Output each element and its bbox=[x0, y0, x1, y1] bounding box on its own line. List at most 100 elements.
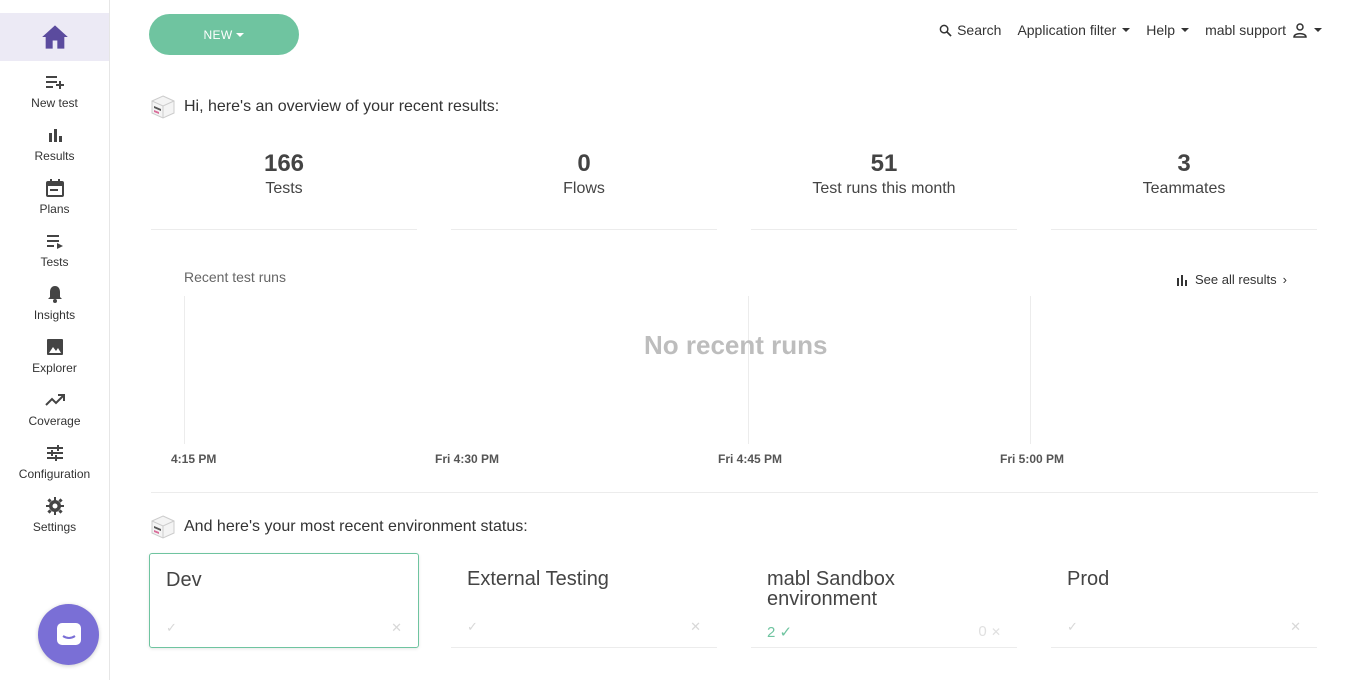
chart-gridline bbox=[1030, 296, 1031, 444]
image-icon bbox=[45, 337, 65, 357]
x-tick-label: Fri 4:45 PM bbox=[718, 452, 783, 466]
sidebar-item-new-test[interactable]: New test bbox=[0, 72, 109, 122]
passed-value: 2 bbox=[767, 624, 776, 641]
stat-teammates[interactable]: 3 Teammates bbox=[1051, 150, 1317, 230]
sidebar-item-label: Tests bbox=[40, 255, 69, 269]
caret-down-icon bbox=[1122, 28, 1131, 32]
stat-label: Test runs this month bbox=[812, 180, 956, 197]
caret-down-icon bbox=[1314, 28, 1322, 32]
close-icon: ✕ bbox=[990, 625, 1001, 639]
stat-value: 3 bbox=[1177, 150, 1191, 177]
mabl-cube-icon bbox=[151, 515, 175, 539]
search-icon bbox=[939, 24, 952, 37]
env-name: Dev bbox=[166, 569, 202, 591]
stat-label: Flows bbox=[563, 180, 605, 197]
application-filter-label: Application filter bbox=[1017, 22, 1117, 38]
sidebar-item-label: Plans bbox=[39, 202, 70, 216]
home-icon bbox=[41, 25, 68, 49]
stat-test-runs[interactable]: 51 Test runs this month bbox=[751, 150, 1017, 230]
env-name: mabl Sandbox environment bbox=[767, 568, 895, 610]
close-icon: ✕ bbox=[690, 619, 701, 634]
see-all-results-link[interactable]: See all results › bbox=[1176, 272, 1287, 287]
chat-icon bbox=[56, 622, 81, 645]
sidebar-item-tests[interactable]: Tests bbox=[0, 231, 109, 281]
new-button-label: NEW bbox=[203, 27, 233, 42]
playlist-add-icon bbox=[45, 72, 65, 92]
user-name: mabl support bbox=[1205, 22, 1286, 38]
x-tick-label: 4:15 PM bbox=[171, 452, 217, 466]
env-card-prod[interactable]: Prod ✓ ✕ bbox=[1051, 553, 1317, 648]
sidebar-item-configuration[interactable]: Configuration bbox=[0, 443, 109, 493]
chat-launcher-button[interactable] bbox=[38, 604, 99, 665]
help-label: Help bbox=[1146, 22, 1176, 38]
search-label: Search bbox=[957, 22, 1002, 38]
sidebar-item-plans[interactable]: Plans bbox=[0, 178, 109, 228]
mabl-cube-icon bbox=[151, 95, 175, 119]
stat-value: 51 bbox=[870, 150, 898, 177]
failed-value: 0 bbox=[978, 623, 987, 640]
nav-home[interactable] bbox=[0, 13, 109, 61]
sidebar-item-insights[interactable]: Insights bbox=[0, 284, 109, 334]
env-card-dev[interactable]: Dev ✓ ✕ bbox=[149, 553, 419, 648]
chevron-right-icon: › bbox=[1282, 272, 1287, 287]
gear-icon bbox=[45, 496, 65, 516]
check-icon: ✓ bbox=[779, 624, 793, 641]
trending-up-icon bbox=[44, 390, 65, 410]
stat-label: Tests bbox=[265, 180, 303, 197]
sidebar-item-coverage[interactable]: Coverage bbox=[0, 390, 109, 440]
see-all-results-label: See all results bbox=[1195, 272, 1277, 287]
sliders-icon bbox=[45, 443, 65, 463]
calendar-icon bbox=[45, 178, 65, 198]
env-name: Prod bbox=[1067, 568, 1110, 590]
greeting-text: Hi, here's an overview of your recent re… bbox=[184, 98, 500, 115]
chart-gridline bbox=[184, 296, 185, 444]
new-button[interactable]: NEW bbox=[149, 14, 299, 55]
application-filter-dropdown[interactable]: Application filter bbox=[1017, 22, 1131, 38]
caret-down-icon bbox=[236, 32, 245, 37]
sidebar-item-label: Configuration bbox=[18, 467, 91, 481]
check-icon: ✓ bbox=[467, 619, 478, 634]
sidebar-item-label: New test bbox=[31, 96, 78, 110]
bell-icon bbox=[45, 284, 65, 304]
caret-down-icon bbox=[1181, 28, 1190, 32]
sidebar-item-label: Coverage bbox=[28, 414, 81, 428]
overview-heading: Hi, here's an overview of your recent re… bbox=[150, 94, 499, 120]
sidebar-item-explorer[interactable]: Explorer bbox=[0, 337, 109, 387]
environment-heading-text: And here's your most recent environment … bbox=[184, 518, 528, 535]
check-icon: ✓ bbox=[1067, 619, 1078, 634]
sidebar-item-label: Insights bbox=[33, 308, 76, 322]
playlist-play-icon bbox=[45, 231, 65, 251]
bar-chart-icon bbox=[45, 125, 65, 145]
chart-title: Recent test runs bbox=[184, 269, 286, 285]
stat-flows[interactable]: 0 Flows bbox=[451, 150, 717, 230]
stat-label: Teammates bbox=[1142, 180, 1226, 197]
env-failed-count: 0 ✕ bbox=[978, 623, 1001, 640]
env-passed-count: 2 ✓ bbox=[767, 623, 792, 641]
x-tick-label: Fri 5:00 PM bbox=[1000, 452, 1065, 466]
help-dropdown[interactable]: Help bbox=[1146, 22, 1190, 38]
sidebar-item-results[interactable]: Results bbox=[0, 125, 109, 175]
user-icon bbox=[1293, 23, 1307, 38]
stat-value: 0 bbox=[577, 150, 591, 177]
sidebar-item-label: Results bbox=[34, 149, 75, 163]
chart-gridline bbox=[748, 296, 749, 444]
environment-heading: And here's your most recent environment … bbox=[150, 514, 528, 540]
env-card-mabl-sandbox[interactable]: mabl Sandbox environment 2 ✓ 0 ✕ bbox=[751, 553, 1017, 648]
close-icon: ✕ bbox=[391, 620, 402, 635]
top-navigation: Search Application filter Help mabl supp… bbox=[923, 22, 1322, 38]
search-link[interactable]: Search bbox=[939, 22, 1001, 38]
stat-value: 166 bbox=[263, 150, 305, 177]
user-menu-dropdown[interactable]: mabl support bbox=[1205, 22, 1322, 38]
sidebar: New test Results Plans Tests Insights Ex… bbox=[0, 0, 110, 680]
env-card-external-testing[interactable]: External Testing ✓ ✕ bbox=[451, 553, 717, 648]
x-tick-label: Fri 4:30 PM bbox=[435, 452, 500, 466]
stat-tests[interactable]: 166 Tests bbox=[151, 150, 417, 230]
chart-empty-message: No recent runs bbox=[644, 330, 828, 360]
close-icon: ✕ bbox=[1290, 619, 1301, 634]
sidebar-item-settings[interactable]: Settings bbox=[0, 496, 109, 546]
sidebar-item-label: Settings bbox=[32, 520, 77, 534]
check-icon: ✓ bbox=[166, 620, 177, 635]
sidebar-item-label: Explorer bbox=[32, 361, 77, 375]
env-name: External Testing bbox=[467, 568, 609, 590]
section-divider bbox=[151, 492, 1318, 493]
